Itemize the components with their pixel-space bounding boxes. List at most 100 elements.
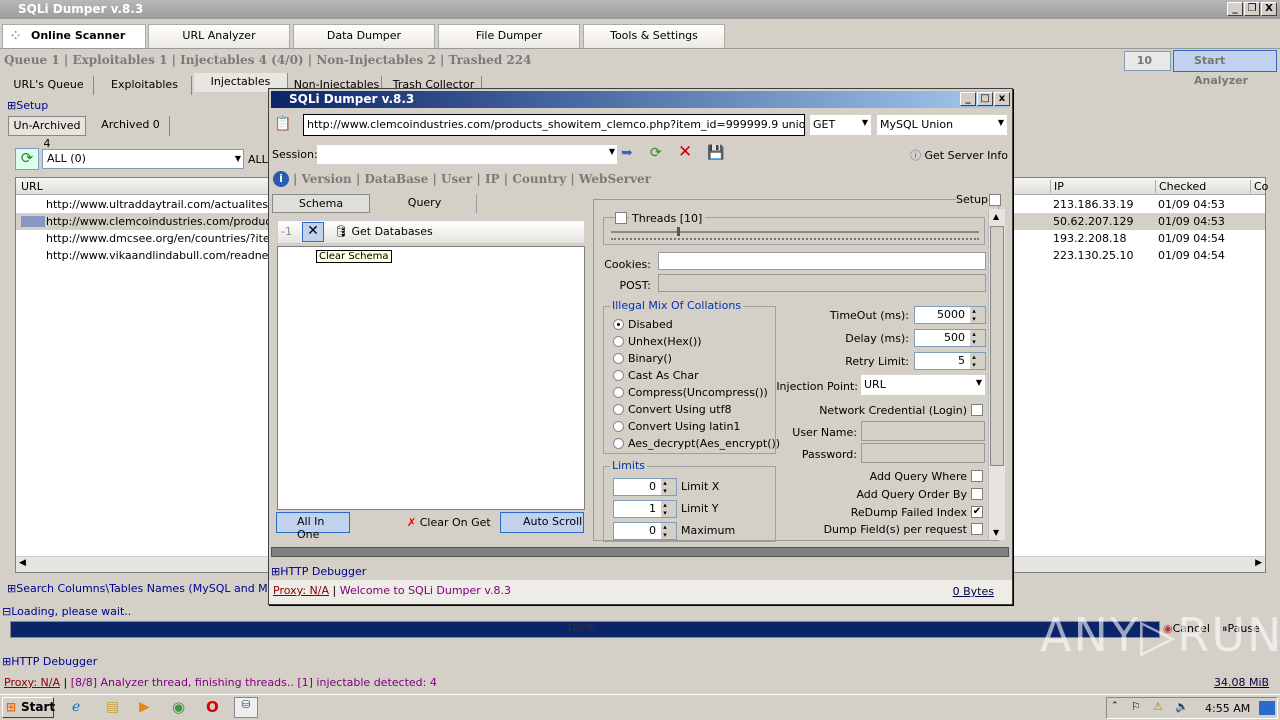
post-input[interactable] [658, 274, 986, 292]
restore-button[interactable]: ❐ [1244, 2, 1260, 16]
threads-slider[interactable] [611, 227, 979, 236]
get-server-info-button[interactable]: ⓘ Get Server Info [910, 147, 1008, 163]
injection-type-select[interactable]: MySQL Union ▼ [877, 115, 1007, 135]
tab-schema[interactable]: Schema [272, 194, 370, 213]
ie-icon[interactable]: ℯ [72, 699, 80, 715]
info-webserver[interactable]: WebServer [579, 172, 651, 186]
url-input[interactable]: http://www.clemcoindustries.com/products… [303, 114, 805, 136]
threads-spinner[interactable]: 10 [1124, 51, 1171, 71]
all-in-one-button[interactable]: All In One [276, 512, 350, 541]
collation-radio[interactable] [613, 370, 624, 381]
limit-x-spinner[interactable]: 0 [613, 478, 677, 496]
loading-expander[interactable]: ⊟Loading, please wait.. [2, 605, 131, 618]
tray-expand-icon[interactable]: ⌃ [1111, 701, 1119, 711]
dump-fields-checkbox[interactable] [971, 523, 983, 535]
clear-schema-button[interactable]: ✕ [302, 222, 324, 242]
dialog-minimize-button[interactable]: _ [960, 92, 976, 106]
collation-radio[interactable] [613, 336, 624, 347]
chrome-icon[interactable]: ◉ [172, 698, 185, 716]
network-credential-checkbox[interactable] [971, 404, 983, 416]
info-ip[interactable]: IP [485, 172, 500, 186]
column-url[interactable]: URL [21, 180, 43, 193]
info-database[interactable]: DataBase [365, 172, 429, 186]
clipboard-icon[interactable]: 📋 [274, 116, 291, 132]
start-button[interactable]: ⊞ Start [2, 697, 55, 718]
tab-file-dumper[interactable]: File Dumper [438, 24, 580, 48]
info-version[interactable]: Version [302, 172, 352, 186]
setup-checkbox[interactable] [989, 194, 1001, 206]
column-co[interactable]: Co [1250, 180, 1268, 193]
search-columns-expander[interactable]: ⊞Search Columns\Tables Names (MySQL and … [7, 582, 300, 595]
delete-icon[interactable]: ✕ [678, 142, 692, 162]
tab-unarchived[interactable]: Un-Archived 4 [8, 116, 86, 150]
minimize-button[interactable]: _ [1227, 2, 1243, 16]
reload-icon[interactable]: ⟳ [650, 145, 662, 161]
network-warning-icon[interactable]: ⚠ [1153, 700, 1163, 713]
clear-on-get-button[interactable]: ✗ Clear On Get [407, 516, 491, 529]
filter-combo[interactable]: ALL (0) ▼ [42, 149, 244, 169]
clock[interactable]: 4:55 AM [1205, 702, 1250, 715]
dialog-http-debugger-expander[interactable]: ⊞HTTP Debugger [271, 565, 366, 578]
injection-point-select[interactable]: URL ▼ [861, 375, 985, 395]
timeout-spinner[interactable]: 5000 [914, 306, 986, 324]
explorer-icon[interactable]: ▤ [106, 699, 119, 715]
tab-url-analyzer[interactable]: URL Analyzer [148, 24, 290, 48]
collation-radio[interactable] [613, 438, 624, 449]
add-query-where-checkbox[interactable] [971, 470, 983, 482]
dialog-close-button[interactable]: x [994, 92, 1010, 106]
get-databases-button[interactable]: 🛢 Get Databases [334, 225, 433, 238]
refresh-icon[interactable]: ⟳ [15, 148, 39, 170]
media-player-icon[interactable]: ▶ [139, 699, 150, 715]
filter-combo-2[interactable]: ALL [248, 153, 268, 166]
dialog-proxy-link[interactable]: Proxy: N/A [273, 584, 329, 597]
injectables-count[interactable]: Injectables 4 (4/0) [180, 53, 303, 67]
column-checked[interactable]: Checked [1155, 180, 1206, 193]
tab-online-scanner[interactable]: ⁘ Online Scanner [2, 24, 146, 48]
subtab-urls-queue[interactable]: URL's Queue [4, 76, 94, 95]
save-icon[interactable]: 💾 [707, 145, 724, 161]
add-query-order-checkbox[interactable] [971, 488, 983, 500]
threads-checkbox[interactable] [615, 212, 627, 224]
collation-radio[interactable] [613, 353, 624, 364]
volume-icon[interactable]: 🔈 [1175, 700, 1189, 713]
collation-radio[interactable] [613, 319, 624, 330]
sqli-dumper-taskbar-icon[interactable]: ⛁ [234, 697, 258, 718]
username-input[interactable] [861, 421, 985, 441]
delay-spinner[interactable]: 500 [914, 329, 986, 347]
dialog-maximize-button[interactable]: □ [977, 92, 993, 106]
auto-scroll-button[interactable]: Auto Scroll [500, 512, 584, 533]
limit-y-spinner[interactable]: 1 [613, 500, 677, 518]
settings-scrollbar[interactable]: ▲ ▼ [988, 209, 1005, 540]
password-input[interactable] [861, 443, 985, 463]
queue-count[interactable]: Queue 1 [4, 53, 60, 67]
show-desktop-icon[interactable] [1259, 701, 1275, 715]
collation-radio[interactable] [613, 421, 624, 432]
maximum-spinner[interactable]: 0 [613, 522, 677, 540]
retry-spinner[interactable]: 5 [914, 352, 986, 370]
tab-tools-settings[interactable]: Tools & Settings [583, 24, 725, 48]
session-combo[interactable]: ▼ [317, 145, 617, 164]
trashed-count[interactable]: Trashed 224 [449, 53, 532, 67]
close-button[interactable]: X [1261, 2, 1277, 16]
tab-data-dumper[interactable]: Data Dumper [293, 24, 435, 48]
exploitables-count[interactable]: Exploitables 1 [72, 53, 167, 67]
subtab-exploitables[interactable]: Exploitables [98, 76, 192, 95]
tab-archived[interactable]: Archived 0 [92, 116, 170, 136]
go-icon[interactable]: ➥ [621, 145, 633, 161]
http-debugger-expander[interactable]: ⊞HTTP Debugger [2, 655, 97, 668]
info-country[interactable]: Country [512, 172, 566, 186]
collation-radio[interactable] [613, 404, 624, 415]
start-analyzer-button[interactable]: Start Analyzer [1173, 50, 1277, 87]
proxy-link[interactable]: Proxy: N/A [4, 676, 60, 689]
cookies-input[interactable] [658, 252, 986, 270]
redump-checkbox[interactable]: ✔ [971, 506, 983, 518]
flag-icon[interactable]: ⚐ [1131, 700, 1141, 713]
info-user[interactable]: User [441, 172, 472, 186]
schema-tree[interactable] [277, 246, 585, 510]
non-injectables-count[interactable]: Non-Injectables 2 [316, 53, 435, 67]
setup-expander[interactable]: ⊞Setup [7, 99, 48, 112]
opera-icon[interactable]: O [206, 698, 219, 716]
memory-usage[interactable]: 34.08 MiB [1214, 676, 1269, 689]
tab-query[interactable]: Query [373, 194, 477, 213]
method-select[interactable]: GET ▼ [810, 115, 871, 135]
